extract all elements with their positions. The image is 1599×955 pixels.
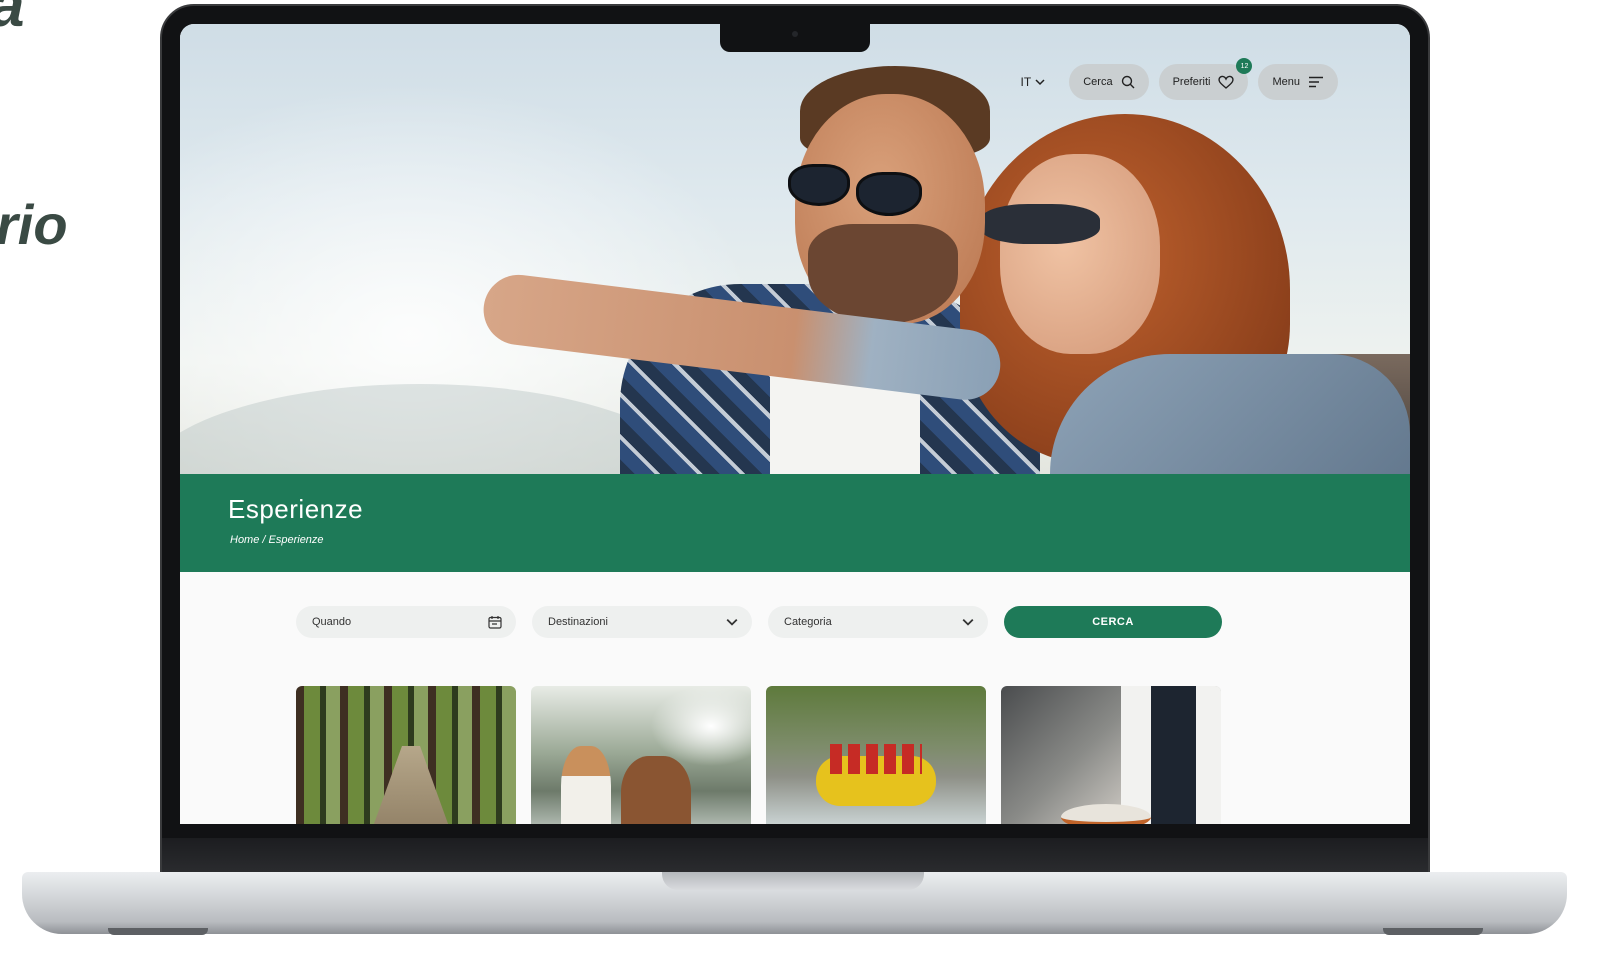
browser-screen: IT Cerca Preferiti 12 Menu Esperienze Ho… bbox=[180, 24, 1410, 824]
experience-search-bar: Quando Destinazioni Categoria CERCA bbox=[296, 606, 1222, 638]
chevron-down-icon bbox=[962, 618, 974, 626]
category-select-label: Categoria bbox=[784, 616, 832, 628]
laptop-foot-left bbox=[108, 928, 208, 935]
man-beard bbox=[808, 224, 958, 324]
slide-heading-fragment: a bbox=[0, 0, 24, 41]
woman-sunglasses bbox=[980, 204, 1100, 244]
laptop-foot-right bbox=[1383, 928, 1483, 935]
chevron-down-icon bbox=[1035, 79, 1045, 86]
experience-card-rafting[interactable] bbox=[766, 686, 986, 824]
favorites-button[interactable]: Preferiti 12 bbox=[1158, 58, 1253, 100]
laptop-opening-notch bbox=[662, 872, 924, 890]
search-button[interactable]: Cerca bbox=[1069, 64, 1149, 100]
destinations-select-label: Destinazioni bbox=[548, 616, 608, 628]
man-sunglasses-left bbox=[788, 164, 850, 206]
header-nav: IT Cerca Preferiti 12 Menu bbox=[1007, 58, 1338, 100]
menu-button[interactable]: Menu bbox=[1258, 64, 1338, 100]
menu-button-label: Menu bbox=[1272, 76, 1300, 88]
chevron-down-icon bbox=[726, 618, 738, 626]
language-selector[interactable]: IT bbox=[1007, 64, 1060, 100]
destinations-select[interactable]: Destinazioni bbox=[532, 606, 752, 638]
favorites-button-label: Preferiti bbox=[1172, 76, 1211, 88]
date-field[interactable]: Quando bbox=[296, 606, 516, 638]
search-button-label: Cerca bbox=[1083, 76, 1113, 88]
experience-cards bbox=[296, 686, 1221, 824]
experience-card-hiking[interactable] bbox=[296, 686, 516, 824]
page-title: Esperienze bbox=[228, 494, 364, 524]
experience-card-horse[interactable] bbox=[531, 686, 751, 824]
woman-face bbox=[1000, 154, 1160, 354]
favorites-count-badge: 12 bbox=[1236, 58, 1253, 74]
heart-icon bbox=[1218, 75, 1235, 89]
search-submit-button[interactable]: CERCA bbox=[1004, 606, 1222, 638]
calendar-icon bbox=[488, 616, 502, 629]
date-field-label: Quando bbox=[312, 616, 352, 628]
camera-icon bbox=[792, 31, 798, 37]
search-icon bbox=[1121, 75, 1135, 89]
laptop-bezel-bottom bbox=[162, 838, 1428, 872]
experience-card-cooking[interactable] bbox=[1001, 686, 1221, 824]
breadcrumb[interactable]: Home / Esperienze bbox=[230, 534, 324, 546]
category-select[interactable]: Categoria bbox=[768, 606, 988, 638]
laptop-lid: IT Cerca Preferiti 12 Menu Esperienze Ho… bbox=[160, 4, 1430, 874]
slide-subheading-fragment: rio bbox=[0, 193, 68, 256]
language-label: IT bbox=[1020, 75, 1032, 89]
laptop-base bbox=[22, 872, 1567, 934]
menu-icon bbox=[1309, 76, 1323, 88]
page-title-band: Esperienze Home / Esperienze bbox=[180, 474, 1410, 572]
man-sunglasses-right bbox=[856, 172, 922, 216]
camera-notch bbox=[720, 24, 870, 52]
